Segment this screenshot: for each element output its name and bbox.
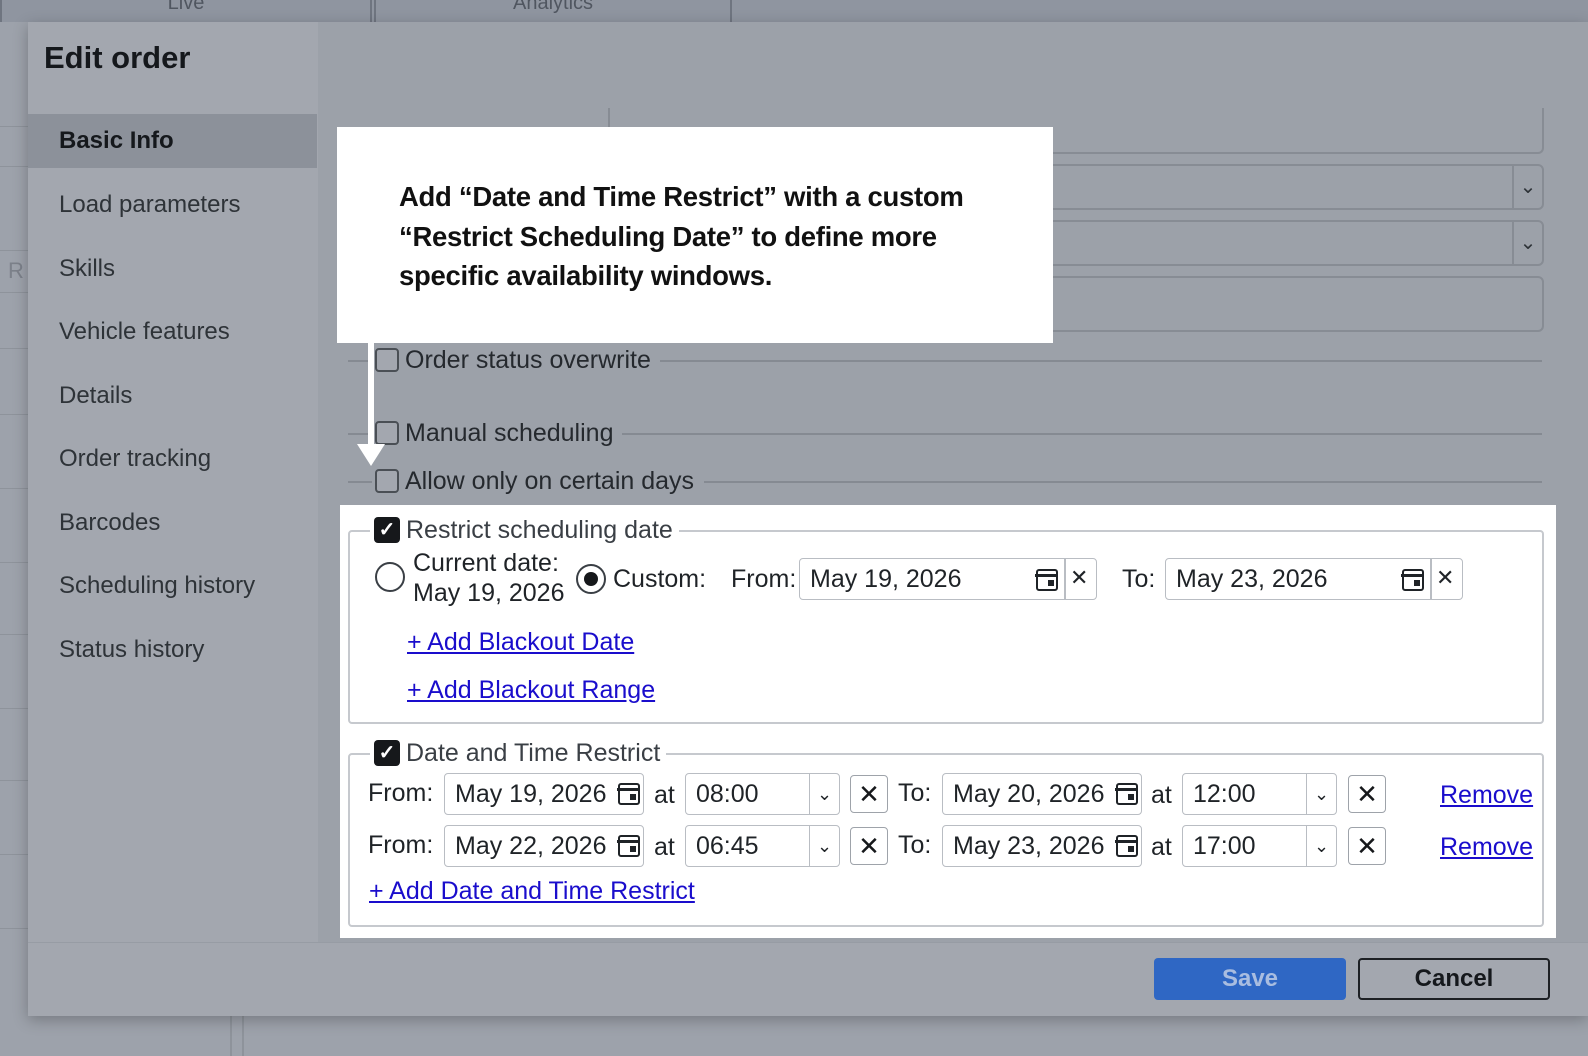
dim-select-2[interactable] — [1040, 220, 1544, 266]
row1-to-date-input[interactable]: May 20, 2026 — [942, 773, 1142, 815]
order-status-overwrite-label: Order status overwrite — [405, 346, 651, 374]
restrict-scheduling-legend: ✓ Restrict scheduling date — [370, 514, 679, 546]
allow-certain-days-checkbox[interactable] — [375, 469, 399, 493]
current-date-value: May 19, 2026 — [413, 579, 565, 607]
chevron-down-icon: ⌄ — [1512, 221, 1542, 265]
manual-scheduling-label: Manual scheduling — [405, 419, 614, 447]
order-status-overwrite-checkbox[interactable] — [375, 348, 399, 372]
nav-barcodes[interactable]: Barcodes — [28, 496, 317, 550]
row2-to-date-input[interactable]: May 23, 2026 — [942, 825, 1142, 867]
tutorial-callout: Add “Date and Time Restrict” with a cust… — [337, 127, 1053, 343]
tab-analytics-label: Analytics — [512, 0, 594, 14]
row1-from-label: From: — [368, 779, 434, 807]
calendar-icon[interactable] — [617, 783, 640, 805]
chevron-down-icon: ⌄ — [1306, 773, 1336, 815]
chevron-down-icon: ⌄ — [809, 825, 839, 867]
date-time-restrict-checkbox[interactable]: ✓ — [374, 740, 400, 766]
calendar-icon[interactable] — [1115, 783, 1138, 805]
restrict-scheduling-label: Restrict scheduling date — [406, 515, 673, 544]
nav-details[interactable]: Details — [28, 369, 317, 423]
row1-to-time-value: 12:00 — [1193, 780, 1256, 808]
restrict-to-label: To: — [1122, 565, 1156, 593]
nav-vehicle-features[interactable]: Vehicle features — [28, 305, 317, 359]
calendar-icon[interactable] — [1401, 569, 1424, 591]
add-date-time-restrict-link[interactable]: + Add Date and Time Restrict — [369, 877, 695, 906]
restrict-from-date-value: May 19, 2026 — [810, 565, 962, 593]
callout-arrow-head — [357, 444, 385, 466]
allow-certain-days-label: Allow only on certain days — [405, 467, 695, 495]
row2-to-label: To: — [898, 831, 932, 859]
dim-select-1[interactable] — [1040, 164, 1544, 210]
chevron-down-icon: ⌄ — [1512, 165, 1542, 209]
restrict-to-date-value: May 23, 2026 — [1176, 565, 1328, 593]
nav-skills[interactable]: Skills — [28, 242, 317, 296]
callout-arrow — [368, 343, 374, 453]
tab-analytics[interactable]: Analytics — [374, 0, 732, 22]
row2-from-label: From: — [368, 831, 434, 859]
custom-radio[interactable] — [576, 564, 606, 594]
background-table-column: R — [0, 22, 30, 1056]
restrict-from-label: From: — [731, 565, 797, 593]
nav-order-tracking[interactable]: Order tracking — [28, 432, 317, 486]
custom-label: Custom: — [613, 565, 707, 593]
row2-remove-link[interactable]: Remove — [1440, 833, 1533, 862]
row1-from-date-input[interactable]: May 19, 2026 — [444, 773, 644, 815]
add-blackout-range-link[interactable]: + Add Blackout Range — [407, 676, 655, 705]
row2-from-clear-button[interactable]: ✕ — [850, 827, 888, 865]
row1-at-label: at — [654, 781, 675, 809]
modal-footer — [28, 942, 1588, 1016]
nav-load-parameters[interactable]: Load parameters — [28, 178, 317, 232]
chevron-down-icon: ⌄ — [1306, 825, 1336, 867]
date-time-restrict-label: Date and Time Restrict — [406, 738, 661, 767]
modal-title: Edit order — [44, 40, 191, 75]
dim-textarea[interactable] — [1040, 276, 1544, 332]
row2-from-date-value: May 22, 2026 — [455, 832, 607, 860]
nav-basic-info[interactable]: Basic Info — [28, 114, 317, 168]
current-date-label: Current date: — [413, 549, 559, 577]
restrict-from-clear-icon[interactable]: ✕ — [1070, 565, 1088, 591]
date-time-restrict-legend: ✓ Date and Time Restrict — [370, 737, 667, 769]
callout-text: Add “Date and Time Restrict” with a cust… — [399, 181, 964, 291]
row2-from-date-input[interactable]: May 22, 2026 — [444, 825, 644, 867]
row2-to-clear-button[interactable]: ✕ — [1348, 827, 1386, 865]
add-blackout-date-link[interactable]: + Add Blackout Date — [407, 628, 634, 657]
row1-to-date-value: May 20, 2026 — [953, 780, 1105, 808]
chevron-down-icon: ⌄ — [809, 773, 839, 815]
tab-live-label: Live — [167, 0, 205, 14]
row2-to-time-value: 17:00 — [1193, 832, 1256, 860]
nav-status-history[interactable]: Status history — [28, 623, 317, 677]
restrict-scheduling-checkbox[interactable]: ✓ — [374, 517, 400, 543]
row1-at2-label: at — [1151, 781, 1172, 809]
row2-at2-label: at — [1151, 833, 1172, 861]
row1-remove-link[interactable]: Remove — [1440, 781, 1533, 810]
background-cell-text: R — [8, 258, 24, 283]
restrict-to-clear-icon[interactable]: ✕ — [1436, 565, 1454, 591]
row1-from-time-value: 08:00 — [696, 780, 759, 808]
nav-scheduling-history[interactable]: Scheduling history — [28, 559, 317, 613]
app-top-bar: Live Analytics — [0, 0, 1588, 22]
row1-from-date-value: May 19, 2026 — [455, 780, 607, 808]
row2-from-time-value: 06:45 — [696, 832, 759, 860]
current-date-radio[interactable] — [375, 562, 405, 592]
cancel-button[interactable]: Cancel — [1358, 958, 1550, 1000]
calendar-icon[interactable] — [1115, 835, 1138, 857]
tab-live[interactable]: Live — [0, 0, 372, 22]
row2-to-date-value: May 23, 2026 — [953, 832, 1105, 860]
row1-to-clear-button[interactable]: ✕ — [1348, 775, 1386, 813]
calendar-icon[interactable] — [617, 835, 640, 857]
row2-at-label: at — [654, 833, 675, 861]
calendar-icon[interactable] — [1035, 569, 1058, 591]
row1-to-label: To: — [898, 779, 932, 807]
row1-from-clear-button[interactable]: ✕ — [850, 775, 888, 813]
save-button[interactable]: Save — [1154, 958, 1346, 1000]
manual-scheduling-checkbox[interactable] — [375, 421, 399, 445]
